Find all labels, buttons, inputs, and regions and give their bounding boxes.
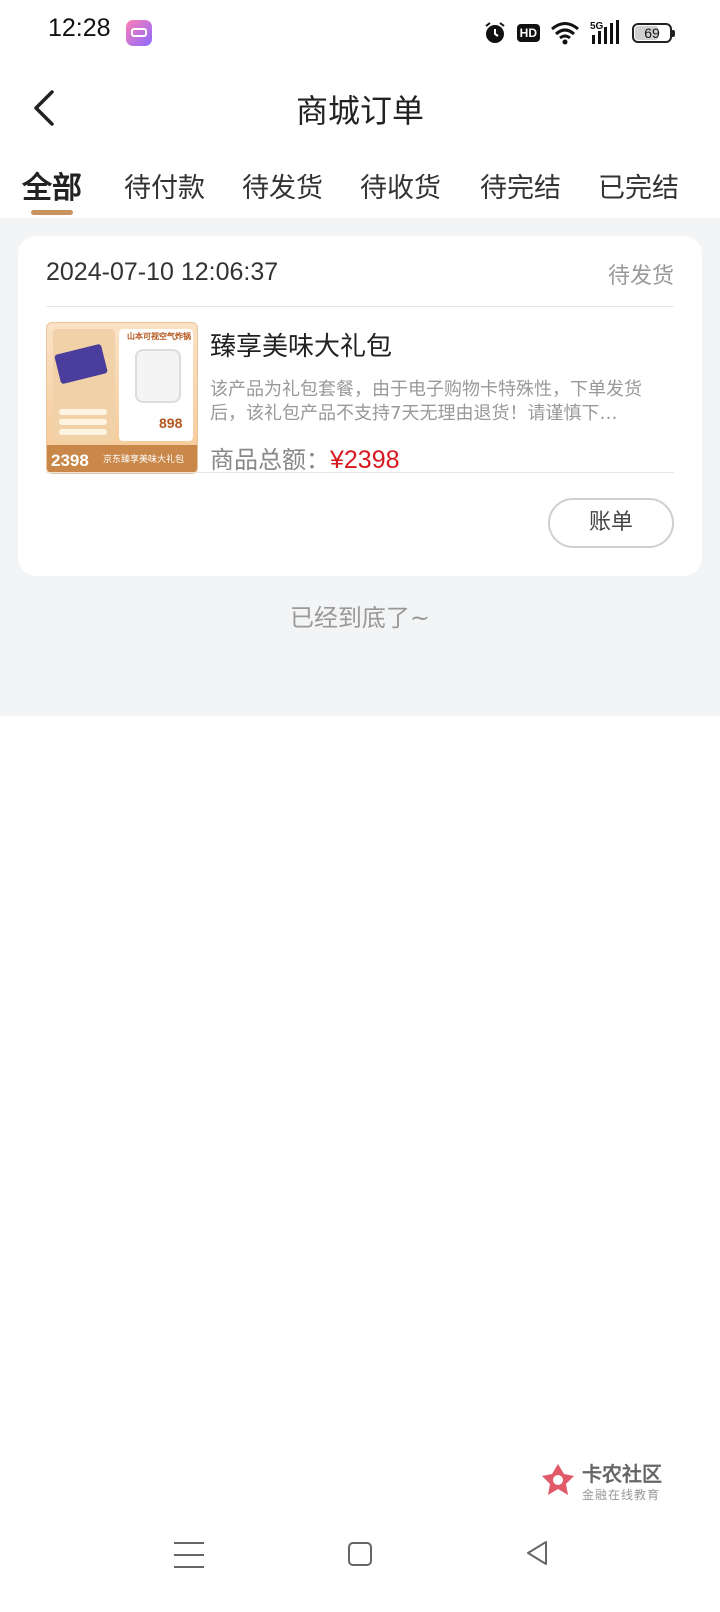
- thumbnail-price: 2398: [51, 451, 89, 470]
- triangle-back-icon: [527, 1541, 547, 1565]
- recent-apps-button[interactable]: [174, 1542, 204, 1570]
- kanong-logo-icon: [542, 1464, 574, 1495]
- amount-label: 商品总额：: [210, 446, 330, 474]
- thumbnail-ad-price: 898: [159, 415, 183, 431]
- order-list[interactable]: 2024-07-10 12:06:37 待发货 山本可视空气炸锅 898 239…: [0, 218, 720, 716]
- order-status: 待发货: [607, 264, 674, 289]
- product-thumbnail[interactable]: 山本可视空气炸锅 898 2398 京东臻享美味大礼包: [46, 322, 198, 474]
- product-name[interactable]: 臻享美味大礼包: [210, 326, 392, 363]
- bilibili-app-icon: [126, 20, 152, 46]
- cellular-signal-icon: 5G: [590, 20, 622, 46]
- status-time: 12:28: [48, 14, 111, 42]
- order-status-tabs: 全部 待付款 待发货 待收货 待完结 已完结: [0, 150, 720, 218]
- page-title: 商城订单: [295, 92, 424, 130]
- tab-pending-receipt[interactable]: 待收货: [360, 166, 441, 205]
- thumbnail-feature-list: [59, 409, 107, 439]
- order-card[interactable]: 2024-07-10 12:06:37 待发货 山本可视空气炸锅 898 239…: [18, 236, 702, 576]
- battery-percent: 69: [644, 25, 660, 41]
- air-fryer-image: [135, 349, 181, 403]
- battery-icon: 69: [632, 23, 675, 43]
- divider: [46, 306, 674, 307]
- tab-pending-payment[interactable]: 待付款: [124, 166, 205, 205]
- alarm-icon: [483, 21, 507, 45]
- thumbnail-banner: 京东臻享美味大礼包: [103, 455, 185, 465]
- product-description: 该产品为礼包套餐，由于电子购物卡特殊性，下单发货后，该礼包产品不支持7天无理由退…: [210, 379, 642, 424]
- network-type: 5G: [590, 21, 604, 32]
- tab-completed[interactable]: 已完结: [598, 166, 679, 205]
- amount-value: ¥2398: [330, 446, 400, 474]
- active-tab-indicator: [31, 210, 73, 215]
- amount-row: 商品总额：¥2398: [210, 440, 400, 475]
- system-nav-bar: [0, 1528, 720, 1612]
- thumbnail-ad-title: 山本可视空气炸锅: [127, 332, 191, 341]
- nav-bar: 商城订单: [0, 66, 720, 150]
- tab-all[interactable]: 全部: [22, 163, 82, 207]
- tab-pending-shipment[interactable]: 待发货: [242, 166, 323, 205]
- system-back-button[interactable]: [522, 1538, 552, 1572]
- order-datetime: 2024-07-10 12:06:37: [46, 258, 279, 286]
- hd-icon: HD: [516, 24, 540, 42]
- watermark: 卡农社区 金融在线教育: [540, 1458, 710, 1518]
- end-of-list-text: 已经到底了~: [289, 604, 431, 632]
- divider: [46, 472, 674, 473]
- tab-pending-completion[interactable]: 待完结: [480, 166, 561, 205]
- status-icons: HD 5G 69: [483, 18, 675, 48]
- wifi-icon: [550, 21, 580, 45]
- watermark-subtitle: 金融在线教育: [582, 1488, 661, 1502]
- home-button[interactable]: [348, 1542, 372, 1566]
- status-bar: 12:28 HD 5G 69: [0, 0, 720, 66]
- bill-button[interactable]: 账单: [548, 498, 674, 548]
- watermark-title: 卡农社区: [582, 1462, 662, 1486]
